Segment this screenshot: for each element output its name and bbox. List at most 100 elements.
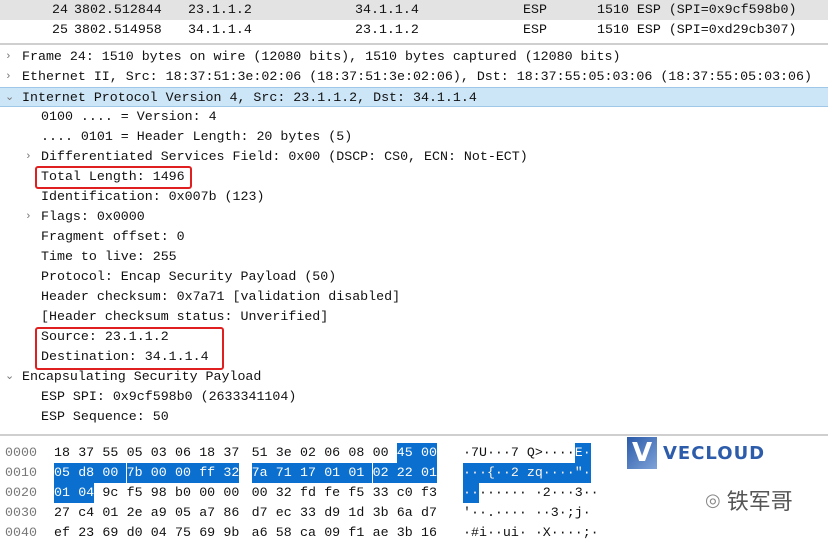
- detail-row[interactable]: ESP Sequence: 50: [0, 407, 828, 427]
- hex-byte[interactable]: ec: [276, 503, 292, 523]
- hex-byte[interactable]: 00: [252, 483, 268, 503]
- hex-byte[interactable]: 51: [252, 443, 268, 463]
- hex-byte[interactable]: 2e: [127, 503, 143, 523]
- hex-byte[interactable]: 03: [151, 443, 167, 463]
- hex-byte[interactable]: 22: [396, 463, 421, 483]
- hex-byte[interactable]: 08: [348, 443, 364, 463]
- ascii-row[interactable]: ········ ·2···3··: [463, 483, 599, 503]
- hex-byte[interactable]: a7: [199, 503, 215, 523]
- detail-row[interactable]: › Differentiated Services Field: 0x00 (DS…: [0, 147, 828, 167]
- hex-byte[interactable]: f5: [348, 483, 364, 503]
- detail-row[interactable]: .... 0101 = Header Length: 20 bytes (5): [0, 127, 828, 147]
- hex-byte[interactable]: 00: [175, 463, 199, 483]
- hex-byte[interactable]: 05: [127, 443, 143, 463]
- hex-byte[interactable]: ae: [373, 523, 389, 543]
- hex-byte[interactable]: 16: [421, 523, 437, 543]
- detail-row[interactable]: 0100 .... = Version: 4: [0, 107, 828, 127]
- detail-row[interactable]: [Header checksum status: Unverified]: [0, 307, 828, 327]
- hex-byte[interactable]: 33: [300, 503, 316, 523]
- hex-byte[interactable]: 01: [102, 503, 118, 523]
- hex-byte[interactable]: 3e: [276, 443, 292, 463]
- expand-arrow-icon[interactable]: ›: [5, 47, 12, 67]
- hex-byte[interactable]: 01: [54, 483, 78, 503]
- hex-byte[interactable]: ef: [54, 523, 70, 543]
- detail-row[interactable]: ESP SPI: 0x9cf598b0 (2633341104): [0, 387, 828, 407]
- hex-byte[interactable]: f3: [421, 483, 437, 503]
- hex-byte[interactable]: 00: [199, 483, 215, 503]
- hex-byte[interactable]: f1: [348, 523, 364, 543]
- hex-byte[interactable]: 18: [54, 443, 70, 463]
- ascii-row[interactable]: ·#i··ui· ·X····;·: [463, 523, 599, 543]
- detail-row[interactable]: › Ethernet II, Src: 18:37:51:3e:02:06 (18…: [0, 67, 828, 87]
- hex-byte[interactable]: fe: [324, 483, 340, 503]
- hex-byte[interactable]: 7a: [251, 463, 276, 483]
- detail-row[interactable]: Protocol: Encap Security Payload (50): [0, 267, 828, 287]
- hex-byte[interactable]: f5: [127, 483, 143, 503]
- pane-splitter[interactable]: [0, 434, 828, 436]
- detail-row[interactable]: ⌄ Internet Protocol Version 4, Src: 23.1.…: [0, 87, 828, 107]
- hex-byte[interactable]: 02: [300, 443, 316, 463]
- hex-byte[interactable]: 23: [78, 523, 94, 543]
- hex-byte[interactable]: c0: [397, 483, 413, 503]
- hex-byte[interactable]: 45: [396, 443, 421, 463]
- detail-row[interactable]: Fragment offset: 0: [0, 227, 828, 247]
- hex-byte[interactable]: d7: [252, 503, 268, 523]
- hex-byte[interactable]: 37: [78, 443, 94, 463]
- packet-row[interactable]: 25 3802.514958 34.1.1.4 23.1.1.2 ESP 151…: [0, 20, 828, 40]
- hex-byte[interactable]: 1d: [348, 503, 364, 523]
- hex-byte[interactable]: 06: [324, 443, 340, 463]
- detail-row[interactable]: Identification: 0x007b (123): [0, 187, 828, 207]
- hex-byte[interactable]: 32: [223, 463, 240, 483]
- hex-byte[interactable]: 06: [175, 443, 191, 463]
- hex-byte[interactable]: d0: [127, 523, 143, 543]
- hex-byte[interactable]: d8: [78, 463, 103, 483]
- packet-row-selected[interactable]: 24 3802.512844 23.1.1.2 34.1.1.4 ESP 151…: [0, 0, 828, 20]
- hex-byte[interactable]: a9: [151, 503, 167, 523]
- detail-row[interactable]: Header checksum: 0x7a71 [validation disa…: [0, 287, 828, 307]
- ascii-row[interactable]: ·7U···7 Q>····E·: [463, 443, 591, 463]
- hex-byte[interactable]: 04: [78, 483, 95, 503]
- collapse-arrow-icon[interactable]: ⌄: [5, 367, 14, 387]
- hex-byte[interactable]: 18: [199, 443, 215, 463]
- hex-byte[interactable]: 00: [421, 443, 437, 463]
- hex-byte[interactable]: c4: [78, 503, 94, 523]
- hex-byte[interactable]: 05: [54, 463, 78, 483]
- ascii-row[interactable]: '··.···· ··3·;j·: [463, 503, 591, 523]
- hex-byte[interactable]: 05: [175, 503, 191, 523]
- hex-byte[interactable]: 01: [324, 463, 349, 483]
- expand-arrow-icon[interactable]: ›: [25, 147, 32, 167]
- expand-arrow-icon[interactable]: ›: [5, 67, 12, 87]
- hex-byte[interactable]: 00: [102, 463, 127, 483]
- expand-arrow-icon[interactable]: ›: [25, 207, 32, 227]
- hex-byte[interactable]: d9: [324, 503, 340, 523]
- hex-byte[interactable]: d7: [421, 503, 437, 523]
- detail-row[interactable]: ⌄ Encapsulating Security Payload: [0, 367, 828, 387]
- hex-byte[interactable]: 27: [54, 503, 70, 523]
- hex-byte[interactable]: 00: [223, 483, 239, 503]
- hex-byte[interactable]: b0: [175, 483, 191, 503]
- hex-byte[interactable]: ca: [300, 523, 316, 543]
- hex-byte[interactable]: 9b: [223, 523, 239, 543]
- hex-byte[interactable]: 69: [102, 523, 118, 543]
- detail-row[interactable]: Time to live: 255: [0, 247, 828, 267]
- hex-byte[interactable]: 01: [348, 463, 373, 483]
- hex-byte[interactable]: 33: [373, 483, 389, 503]
- hex-byte[interactable]: a6: [252, 523, 268, 543]
- hex-byte[interactable]: 98: [151, 483, 167, 503]
- detail-row[interactable]: › Frame 24: 1510 bytes on wire (12080 bit…: [0, 47, 828, 67]
- hex-byte[interactable]: 75: [175, 523, 191, 543]
- hex-byte[interactable]: 17: [300, 463, 324, 483]
- hex-byte[interactable]: 9c: [102, 483, 118, 503]
- hex-byte[interactable]: 02: [372, 463, 397, 483]
- hex-byte[interactable]: 32: [276, 483, 292, 503]
- hex-byte[interactable]: 3b: [373, 503, 389, 523]
- hex-byte[interactable]: ff: [199, 463, 224, 483]
- hex-byte[interactable]: 86: [223, 503, 239, 523]
- hex-byte[interactable]: 71: [275, 463, 300, 483]
- hex-byte[interactable]: 00: [150, 463, 175, 483]
- hex-byte[interactable]: 7b: [126, 463, 151, 483]
- hex-byte[interactable]: 09: [324, 523, 340, 543]
- hex-byte[interactable]: 37: [223, 443, 239, 463]
- hex-byte[interactable]: 04: [151, 523, 167, 543]
- hex-byte[interactable]: 58: [276, 523, 292, 543]
